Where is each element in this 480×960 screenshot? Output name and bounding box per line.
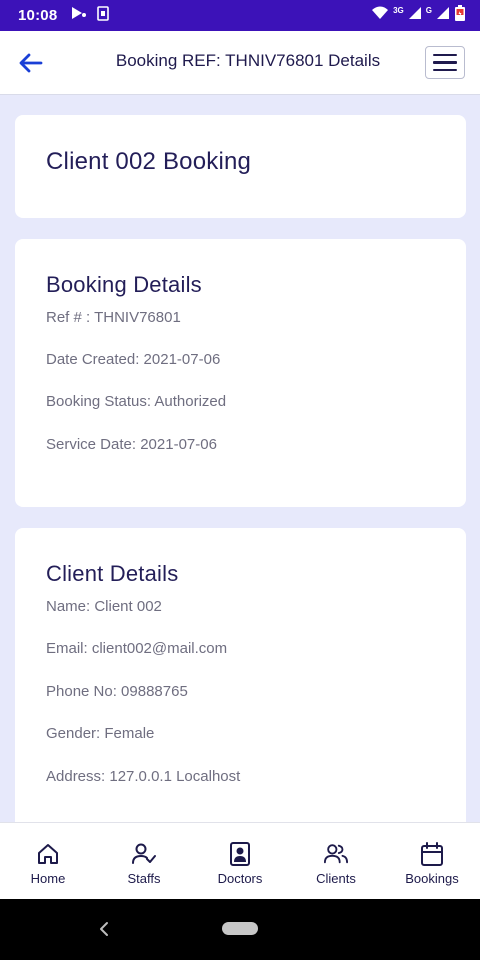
menu-icon-line: [433, 68, 457, 72]
nav-item-home[interactable]: Home: [0, 823, 96, 899]
booking-header-card: Client 002 Booking: [15, 115, 466, 218]
booking-details-title: Booking Details: [46, 272, 202, 297]
doctor-badge-icon: [228, 842, 252, 866]
users-icon: [324, 842, 348, 866]
menu-icon-line: [433, 61, 457, 64]
system-home-pill[interactable]: [222, 922, 258, 935]
page-title: Booking REF: THNIV76801 Details: [115, 51, 381, 70]
nav-label-staffs: Staffs: [127, 871, 161, 886]
client-name: Name: Client 002: [46, 598, 162, 615]
status-time: 10:08: [18, 7, 58, 24]
home-icon: [36, 842, 60, 866]
battery-icon: [454, 4, 466, 27]
bottom-nav: Home Staffs Doctors Clients Bookings: [0, 822, 480, 899]
status-bar: 10:08 3G G: [0, 0, 480, 31]
menu-button[interactable]: [425, 46, 465, 79]
nav-item-bookings[interactable]: Bookings: [384, 823, 480, 899]
client-gender: Gender: Female: [46, 725, 155, 742]
app-bar: Booking REF: THNIV76801 Details: [0, 31, 480, 95]
client-email: Email: client002@mail.com: [46, 640, 228, 657]
booking-header-title: Client 002 Booking: [46, 148, 252, 175]
nav-item-staffs[interactable]: Staffs: [96, 823, 192, 899]
wifi-icon: [371, 6, 389, 25]
nav-label-bookings: Bookings: [405, 871, 459, 886]
system-back-icon[interactable]: [97, 920, 111, 943]
nav-label-home: Home: [30, 871, 66, 886]
nav-label-clients: Clients: [316, 871, 356, 886]
date-created: Date Created: 2021-07-06: [46, 351, 221, 368]
client-phone: Phone No: 09888765: [46, 683, 188, 700]
nav-item-clients[interactable]: Clients: [288, 823, 384, 899]
client-details-card: Client Details Name: Client 002 Email: c…: [15, 528, 466, 822]
menu-icon-line: [433, 53, 457, 57]
nav-label-doctors: Doctors: [217, 871, 263, 886]
signal-icon-2: [436, 6, 450, 25]
client-details-title: Client Details: [46, 561, 179, 586]
booking-status: Booking Status: Authorized: [46, 393, 227, 410]
signal-icon: [408, 6, 422, 25]
user-check-icon: [132, 842, 156, 866]
booking-details-card: Booking Details Ref # : THNIV76801 Date …: [15, 239, 466, 507]
play-store-icon: [71, 6, 87, 25]
booking-ref: Ref # : THNIV76801: [46, 309, 181, 326]
nav-item-doctors[interactable]: Doctors: [192, 823, 288, 899]
calendar-icon: [420, 842, 444, 866]
network-type-label-2: G: [425, 6, 432, 15]
service-date: Service Date: 2021-07-06: [46, 436, 217, 453]
content-scroll-area[interactable]: Client 002 Booking Booking Details Ref #…: [0, 95, 480, 822]
sim-card-icon: [97, 5, 110, 26]
network-type-label: 3G: [393, 6, 404, 15]
client-address: Address: 127.0.0.1 Localhost: [46, 768, 241, 785]
system-nav-bar: [0, 899, 480, 960]
